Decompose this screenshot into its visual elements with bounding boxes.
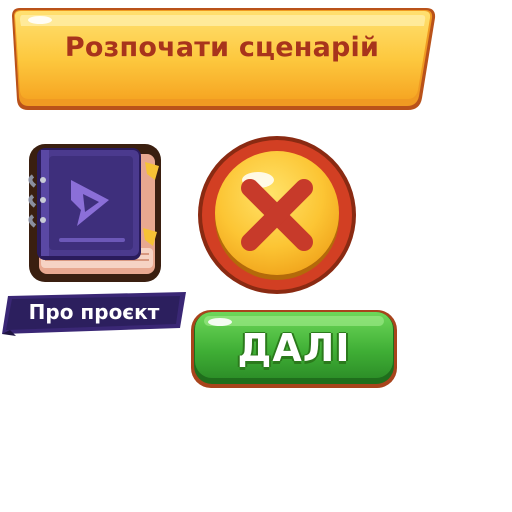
game-menu-stage: Розпочати сценарій Про проєкт ДАЛІ [0, 0, 512, 512]
close-button[interactable] [196, 134, 358, 296]
about-project-ribbon[interactable]: Про проєкт [0, 290, 192, 338]
book-icon[interactable] [25, 140, 165, 285]
start-scenario-button[interactable]: Розпочати сценарій [6, 6, 438, 114]
next-button[interactable]: ДАЛІ [190, 308, 398, 390]
start-scenario-label: Розпочати сценарій [64, 32, 380, 63]
about-project-block[interactable]: Про проєкт [0, 140, 196, 340]
about-project-label: Про проєкт [28, 300, 160, 324]
next-label: ДАЛІ [237, 326, 351, 370]
